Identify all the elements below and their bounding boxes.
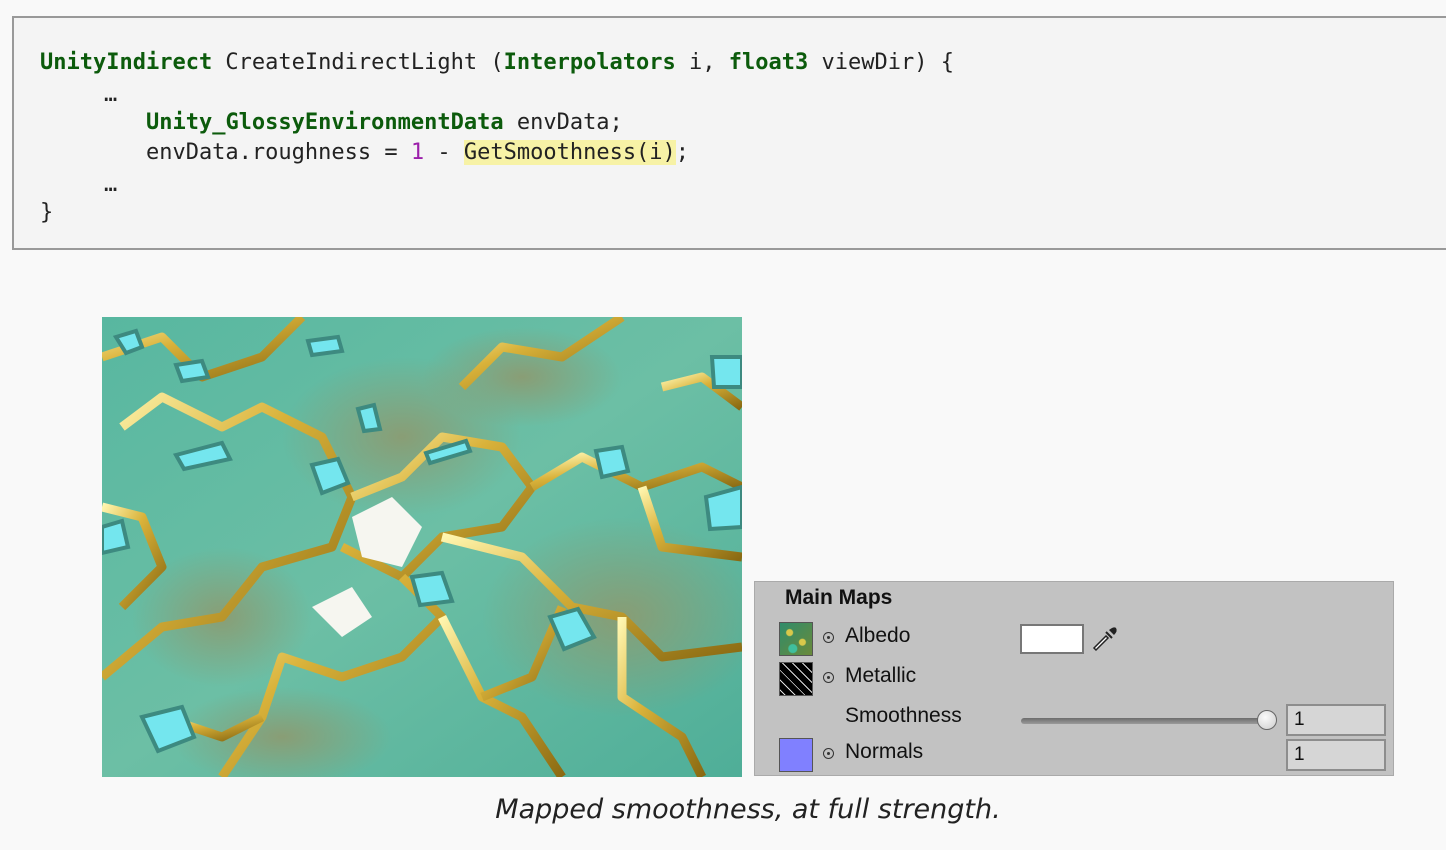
code-type-glossy-env: Unity_GlossyEnvironmentData [145, 110, 504, 135]
code-text: CreateIndirectLight ( [212, 50, 504, 75]
code-ellipsis: … [104, 172, 118, 197]
albedo-label: Albedo [845, 624, 911, 647]
inspector-main-maps: Main Maps Albedo Metallic Smoothness 1 N… [754, 581, 1394, 776]
metallic-label: Metallic [845, 664, 917, 687]
code-highlight: GetSmoothness(i) [463, 140, 676, 165]
code-ellipsis: … [104, 82, 118, 107]
object-picker-icon[interactable] [823, 672, 834, 683]
smoothness-slider-track[interactable] [1021, 718, 1271, 724]
albedo-thumbnail[interactable] [779, 622, 813, 656]
object-picker-icon[interactable] [823, 632, 834, 643]
code-line-roughness: envData.roughness = 1 - GetSmoothness(i)… [40, 138, 689, 168]
code-type-unityindirect: UnityIndirect [40, 50, 213, 75]
normals-thumbnail[interactable] [779, 738, 813, 772]
code-line-signature: UnityIndirect CreateIndirectLight (Inter… [40, 48, 954, 78]
smoothness-value-field[interactable]: 1 [1286, 704, 1386, 736]
metallic-thumbnail[interactable] [779, 662, 813, 696]
eyedropper-icon[interactable] [1090, 624, 1120, 654]
code-close-brace: } [40, 200, 54, 225]
figure-caption: Mapped smoothness, at full strength. [495, 794, 1001, 825]
object-picker-icon[interactable] [823, 748, 834, 759]
code-text: envData.roughness = [40, 140, 411, 165]
smoothness-label: Smoothness [845, 704, 962, 727]
code-text: i, [675, 50, 729, 75]
albedo-color-field[interactable] [1020, 624, 1084, 654]
code-text: - [424, 140, 464, 165]
section-title: Main Maps [785, 586, 893, 609]
code-type-float3: float3 [728, 50, 809, 75]
code-block: UnityIndirect CreateIndirectLight (Inter… [12, 16, 1446, 250]
code-number: 1 [410, 140, 425, 165]
normals-label: Normals [845, 740, 924, 763]
code-text: ; [675, 140, 690, 165]
metal-circuit-render [102, 317, 742, 777]
code-text: envData; [503, 110, 623, 135]
normals-scale-field[interactable]: 1 [1286, 739, 1386, 771]
code-line-envdata: Unity_GlossyEnvironmentData envData; [40, 108, 623, 138]
code-text: viewDir) { [808, 50, 954, 75]
smoothness-slider-thumb[interactable] [1257, 710, 1277, 730]
code-type-interpolators: Interpolators [503, 50, 676, 75]
render-image [102, 317, 742, 777]
